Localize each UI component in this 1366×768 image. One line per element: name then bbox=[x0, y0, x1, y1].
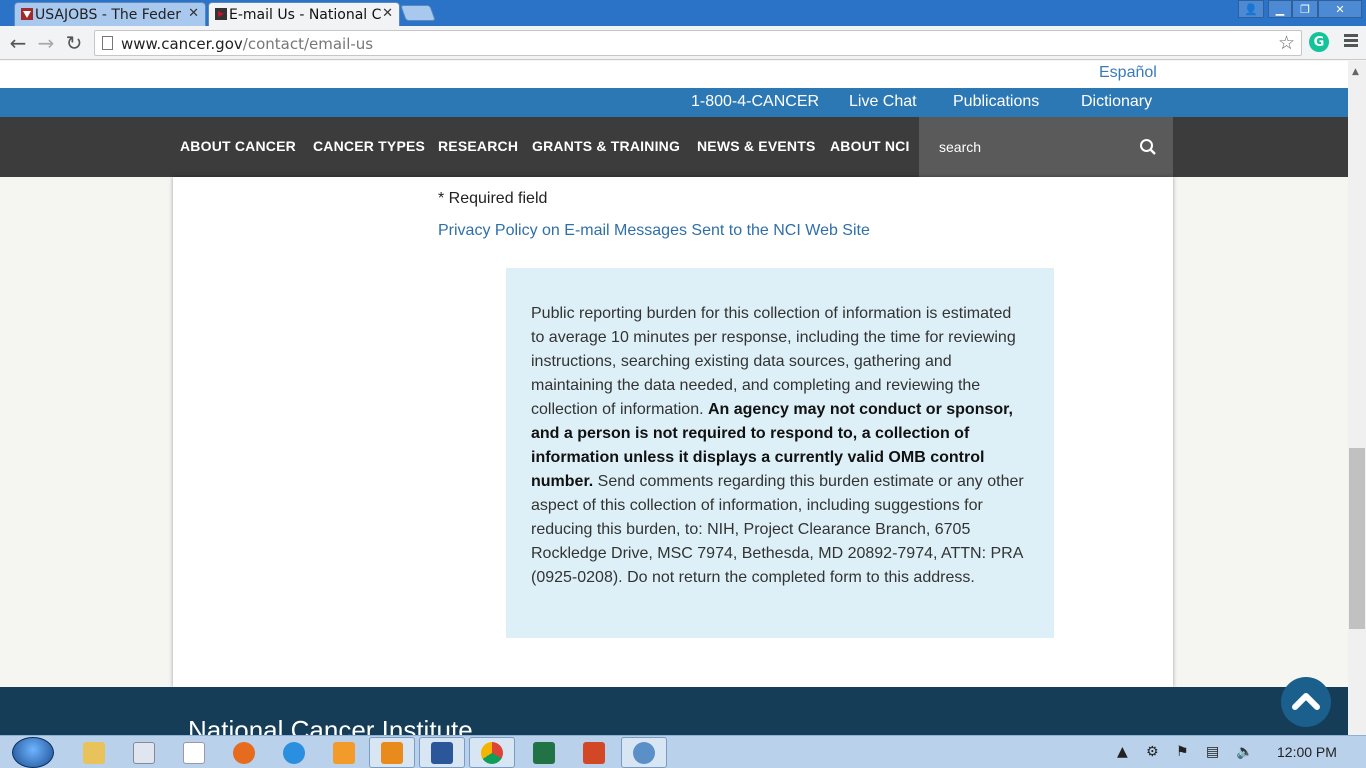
close-window-button[interactable]: ✕ bbox=[1318, 0, 1362, 18]
dictionary-link[interactable]: Dictionary bbox=[1081, 93, 1152, 111]
tab-label: USAJOBS - The Feder bbox=[35, 6, 181, 23]
page-icon bbox=[102, 36, 113, 50]
flag-tray-icon[interactable]: ⚑ bbox=[1176, 744, 1189, 760]
chrome-taskbar-icon[interactable] bbox=[469, 737, 515, 768]
nav-about-nci[interactable]: ABOUT NCI bbox=[830, 138, 910, 154]
firefox-taskbar-icon[interactable] bbox=[221, 737, 267, 768]
scrollbar-thumb[interactable] bbox=[1349, 448, 1365, 629]
browser-toolbar: ← → ↻ www.cancer.gov/contact/email-us ☆ … bbox=[0, 26, 1366, 60]
search-icon[interactable] bbox=[1139, 138, 1157, 156]
outlook-taskbar-icon[interactable] bbox=[369, 737, 415, 768]
minimize-button[interactable]: ▁ bbox=[1268, 0, 1292, 18]
forward-button[interactable]: → bbox=[34, 31, 58, 55]
live-chat-link[interactable]: Live Chat bbox=[849, 93, 917, 111]
new-tab-button[interactable] bbox=[400, 5, 436, 21]
nav-about-cancer[interactable]: ABOUT CANCER bbox=[180, 138, 296, 154]
tab-email-us[interactable]: E-mail Us - National C ✕ bbox=[208, 2, 400, 26]
nav-grants-training[interactable]: GRANTS & TRAINING bbox=[532, 138, 680, 154]
network-app-taskbar-icon[interactable] bbox=[621, 737, 667, 768]
url-text: www.cancer.gov/contact/email-us bbox=[121, 35, 374, 53]
page-scrollbar[interactable]: ▲ bbox=[1348, 61, 1366, 735]
profile-icon[interactable]: 👤 bbox=[1238, 0, 1264, 18]
phone-link[interactable]: 1-800-4-CANCER bbox=[691, 93, 819, 111]
top-links-bar: 1-800-4-CANCER Live Chat Publications Di… bbox=[0, 88, 1348, 117]
usajobs-icon bbox=[21, 8, 33, 20]
main-content: * Required field Privacy Policy on E-mai… bbox=[173, 177, 1173, 687]
search-placeholder: search bbox=[939, 139, 982, 155]
main-nav: ABOUT CANCER CANCER TYPES RESEARCH GRANT… bbox=[0, 117, 1348, 177]
chrome-menu-icon[interactable] bbox=[1344, 32, 1358, 52]
restore-button[interactable]: ❐ bbox=[1292, 0, 1318, 18]
nci-icon bbox=[215, 8, 227, 20]
tab-label: E-mail Us - National C bbox=[229, 6, 382, 23]
taskbar-clock[interactable]: 12:00 PM bbox=[1277, 744, 1337, 760]
internet-explorer-taskbar-icon[interactable] bbox=[271, 737, 317, 768]
explorer-taskbar-icon[interactable] bbox=[71, 737, 117, 768]
back-to-top-button[interactable] bbox=[1281, 677, 1331, 727]
start-button[interactable] bbox=[12, 737, 54, 768]
volume-tray-icon[interactable]: 🔈 bbox=[1236, 744, 1253, 760]
address-bar[interactable]: www.cancer.gov/contact/email-us ☆ bbox=[94, 30, 1302, 56]
document-taskbar-icon[interactable] bbox=[171, 737, 217, 768]
nav-news-events[interactable]: NEWS & EVENTS bbox=[697, 138, 816, 154]
grammarly-extension-icon[interactable]: G bbox=[1309, 32, 1329, 52]
chevron-up-icon bbox=[1292, 693, 1320, 710]
scroll-up-arrow-icon[interactable]: ▲ bbox=[1352, 67, 1359, 77]
publications-link[interactable]: Publications bbox=[953, 93, 1039, 111]
network-tray-icon[interactable]: ▤ bbox=[1206, 744, 1219, 760]
utility-bar: Español bbox=[0, 61, 1348, 88]
close-icon[interactable]: ✕ bbox=[188, 6, 199, 21]
pra-notice: Public reporting burden for this collect… bbox=[506, 268, 1054, 638]
site-search-input[interactable]: search bbox=[919, 117, 1173, 177]
back-button[interactable]: ← bbox=[6, 31, 30, 55]
update-tray-icon[interactable]: ⚙ bbox=[1146, 744, 1159, 760]
bookmark-star-icon[interactable]: ☆ bbox=[1278, 32, 1295, 54]
word-taskbar-icon[interactable] bbox=[419, 737, 465, 768]
media-player-taskbar-icon[interactable] bbox=[321, 737, 367, 768]
required-field-note: * Required field bbox=[438, 190, 548, 207]
nav-research[interactable]: RESEARCH bbox=[438, 138, 518, 154]
windows-taskbar: ▲ ⚙ ⚑ ▤ 🔈 12:00 PM bbox=[0, 735, 1366, 768]
powerpoint-taskbar-icon[interactable] bbox=[571, 737, 617, 768]
excel-taskbar-icon[interactable] bbox=[521, 737, 567, 768]
show-hidden-icons[interactable]: ▲ bbox=[1117, 744, 1128, 760]
espanol-link[interactable]: Español bbox=[1099, 64, 1157, 82]
tab-usajobs[interactable]: USAJOBS - The Feder ✕ bbox=[14, 2, 206, 26]
site-footer: National Cancer Institute bbox=[0, 687, 1348, 735]
footer-title: National Cancer Institute bbox=[188, 715, 473, 735]
web-page: Español 1-800-4-CANCER Live Chat Publica… bbox=[0, 61, 1348, 735]
reload-button[interactable]: ↻ bbox=[62, 31, 86, 55]
privacy-policy-link[interactable]: Privacy Policy on E-mail Messages Sent t… bbox=[438, 222, 870, 240]
close-icon[interactable]: ✕ bbox=[382, 6, 393, 21]
notepad-taskbar-icon[interactable] bbox=[121, 737, 167, 768]
nav-cancer-types[interactable]: CANCER TYPES bbox=[313, 138, 425, 154]
tab-strip: USAJOBS - The Feder ✕ E-mail Us - Nation… bbox=[0, 0, 1366, 26]
